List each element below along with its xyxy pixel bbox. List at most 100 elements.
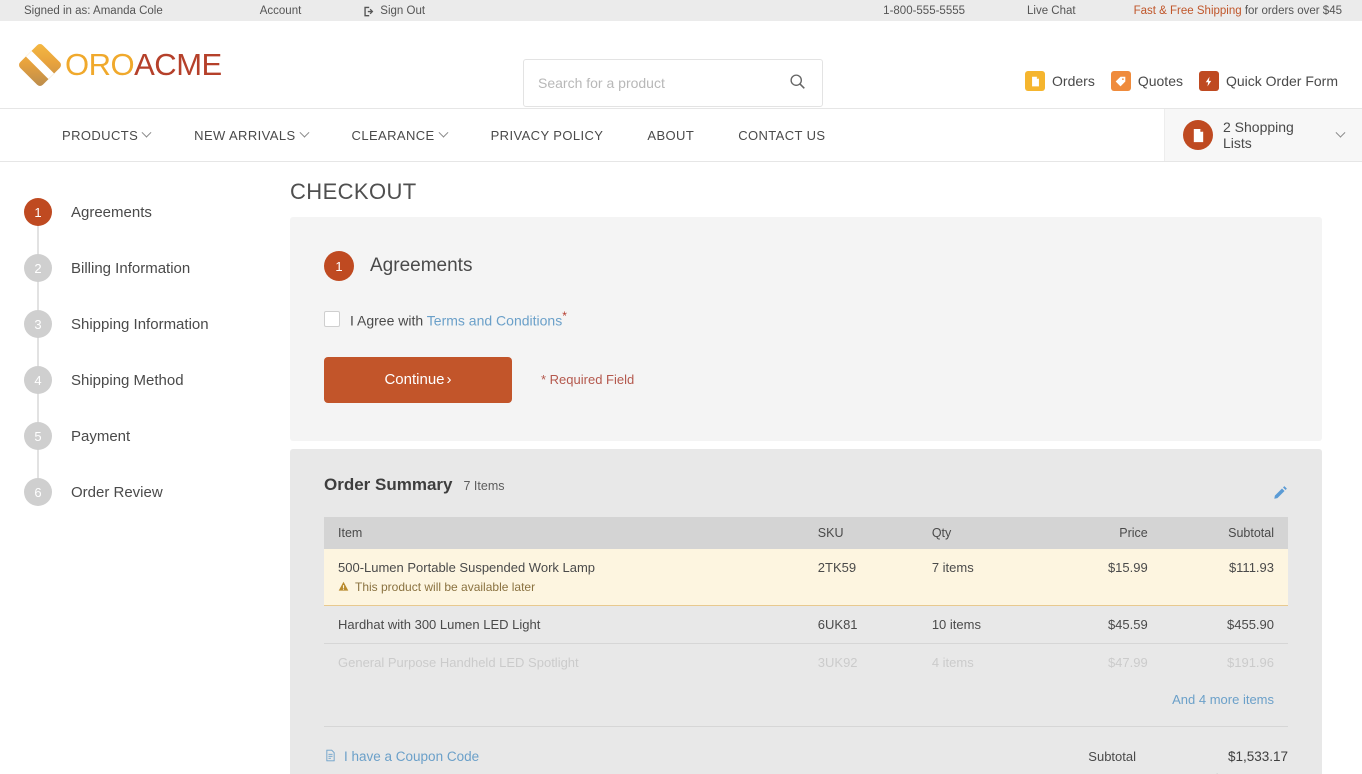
orders-link[interactable]: Orders: [1025, 71, 1095, 91]
required-field-note: * Required Field: [541, 372, 635, 388]
live-chat-link[interactable]: Live Chat: [1027, 5, 1076, 17]
step-label: Payment: [71, 427, 131, 445]
order-summary-table: Item SKU Qty Price Subtotal 500-Lumen Po…: [324, 516, 1288, 681]
cell-sku: 2TK59: [803, 548, 918, 606]
edit-order-button[interactable]: [1273, 485, 1288, 500]
nav-item-about[interactable]: ABOUT: [625, 128, 716, 143]
nav-label-products: PRODUCTS: [62, 127, 139, 143]
cell-qty: 4 items: [931, 654, 974, 670]
step-number-badge: 2: [24, 254, 52, 282]
step-label: Agreements: [71, 203, 152, 221]
search-submit-button[interactable]: [787, 73, 808, 93]
search-icon: [789, 73, 806, 93]
nav-item-clearance[interactable]: CLEARANCE: [330, 127, 469, 143]
checkout-main-column: CHECKOUT 1 Agreements I Agree with Terms…: [290, 162, 1362, 774]
nav-item-contact-us[interactable]: CONTACT US: [716, 128, 847, 143]
cell-qty: 7 items: [917, 548, 1048, 606]
item-availability-warning: This product will be available later: [338, 580, 790, 594]
total-row: TOTAL $1,533.17: [1066, 771, 1288, 774]
logo-wordmark: OROACME: [65, 47, 222, 83]
sidebar-step-agreements[interactable]: 1 Agreements: [24, 184, 290, 240]
agreements-action-row: Continue › * Required Field: [324, 356, 1288, 403]
document-icon: [1025, 71, 1046, 91]
phone-number: 1-800-555-5555: [883, 4, 966, 17]
search-input[interactable]: [538, 75, 787, 91]
more-items-row: And 4 more items: [324, 681, 1288, 709]
step-number-badge: 4: [24, 366, 52, 394]
topbar-right-group: 1-800-555-5555 Live Chat Fast & Free Shi…: [883, 5, 1342, 17]
total-value: $1,533.17: [1176, 771, 1288, 774]
continue-button-label: Continue: [384, 371, 445, 389]
nav-item-products[interactable]: PRODUCTS: [40, 127, 172, 143]
step-number-badge: 3: [24, 310, 52, 338]
quotes-label: Quotes: [1137, 73, 1183, 89]
item-name: 500-Lumen Portable Suspended Work Lamp: [338, 559, 596, 575]
required-asterisk: *: [562, 309, 567, 323]
step-label: Billing Information: [71, 259, 191, 277]
table-row: General Purpose Handheld LED Spotlight 3…: [324, 643, 1288, 681]
header-action-links: Orders Quotes Quick Order Form: [1025, 71, 1338, 91]
nav-label-new-arrivals: NEW ARRIVALS: [194, 127, 296, 143]
order-summary-header: Order Summary 7 Items: [324, 475, 1288, 495]
cell-price: $45.59: [1047, 605, 1162, 644]
quotes-link[interactable]: Quotes: [1110, 71, 1183, 91]
nav-label-about: ABOUT: [647, 127, 695, 143]
shopping-lists-button[interactable]: 2 Shopping Lists: [1164, 109, 1362, 161]
sidebar-step-billing-information[interactable]: 2 Billing Information: [24, 240, 290, 296]
nav-item-new-arrivals[interactable]: NEW ARRIVALS: [172, 127, 329, 143]
quick-order-form-label: Quick Order Form: [1225, 73, 1338, 89]
chevron-down-icon: [141, 127, 152, 138]
cell-item: General Purpose Handheld LED Spotlight: [338, 654, 579, 670]
continue-button[interactable]: Continue ›: [324, 356, 512, 403]
step-label: Shipping Information: [71, 315, 209, 333]
pencil-icon: [1273, 485, 1288, 503]
cell-sku: 6UK81: [803, 605, 918, 644]
column-header-sku: SKU: [803, 516, 918, 549]
page-body: 1 Agreements 2 Billing Information 3 Shi…: [0, 162, 1362, 774]
nav-item-list: PRODUCTS NEW ARRIVALS CLEARANCE PRIVACY …: [0, 109, 848, 161]
order-summary-table-body: 500-Lumen Portable Suspended Work Lamp T…: [324, 548, 1288, 681]
step-label: Shipping Method: [71, 371, 184, 389]
subtotal-value: $1,533.17: [1227, 748, 1288, 764]
sidebar-step-shipping-information[interactable]: 3 Shipping Information: [24, 296, 290, 352]
site-logo[interactable]: OROACME: [17, 41, 222, 88]
order-summary-title: Order Summary: [324, 474, 453, 494]
nav-item-privacy-policy[interactable]: PRIVACY POLICY: [469, 128, 626, 143]
step-number-badge: 5: [24, 422, 52, 450]
warning-text: This product will be available later: [355, 579, 536, 594]
sign-out-link[interactable]: Sign Out: [363, 5, 425, 17]
topbar-left-group: Signed in as: Amanda Cole Account Sign O…: [24, 5, 425, 17]
product-search-box[interactable]: [523, 59, 823, 107]
table-row: Hardhat with 300 Lumen LED Light 6UK81 1…: [324, 605, 1288, 644]
top-utility-bar: Signed in as: Amanda Cole Account Sign O…: [0, 0, 1362, 21]
cell-item: Hardhat with 300 Lumen LED Light: [324, 605, 804, 644]
cell-subtotal: $191.96: [1227, 654, 1274, 670]
terms-and-conditions-link[interactable]: Terms and Conditions: [427, 313, 562, 329]
quick-order-form-link[interactable]: Quick Order Form: [1198, 71, 1338, 91]
order-totals: Subtotal $1,533.17 TOTAL $1,533.17: [1066, 749, 1288, 774]
cell-price: $47.99: [1107, 654, 1148, 670]
sidebar-step-shipping-method[interactable]: 4 Shipping Method: [24, 352, 290, 408]
chevron-down-icon: [438, 127, 449, 138]
and-more-items-link[interactable]: And 4 more items: [1172, 692, 1274, 707]
shipping-promo-highlight: Fast & Free Shipping: [1133, 4, 1242, 17]
tag-icon: [1110, 71, 1131, 91]
chevron-right-icon: ›: [446, 371, 452, 389]
terms-agreement-row: I Agree with Terms and Conditions*: [324, 309, 1288, 329]
account-link[interactable]: Account: [260, 5, 302, 17]
terms-agreement-checkbox[interactable]: [324, 310, 340, 327]
sidebar-step-order-review[interactable]: 6 Order Review: [24, 464, 290, 520]
order-summary-footer: I have a Coupon Code Subtotal $1,533.17 …: [324, 727, 1288, 774]
column-header-qty: Qty: [917, 516, 1048, 549]
order-summary-panel: Order Summary 7 Items Item SKU Qty Price…: [290, 448, 1322, 774]
step-label: Order Review: [71, 483, 163, 501]
cell-item: 500-Lumen Portable Suspended Work Lamp T…: [324, 548, 804, 606]
coupon-code-link[interactable]: I have a Coupon Code: [324, 749, 479, 765]
subtotal-label: Subtotal: [1088, 748, 1136, 764]
logo-text-oro: ORO: [65, 46, 135, 82]
sidebar-step-payment[interactable]: 5 Payment: [24, 408, 290, 464]
column-header-price: Price: [1047, 516, 1162, 549]
step-number-badge: 6: [24, 478, 52, 506]
step-number-badge: 1: [24, 198, 52, 226]
table-header-row: Item SKU Qty Price Subtotal: [324, 516, 1288, 549]
